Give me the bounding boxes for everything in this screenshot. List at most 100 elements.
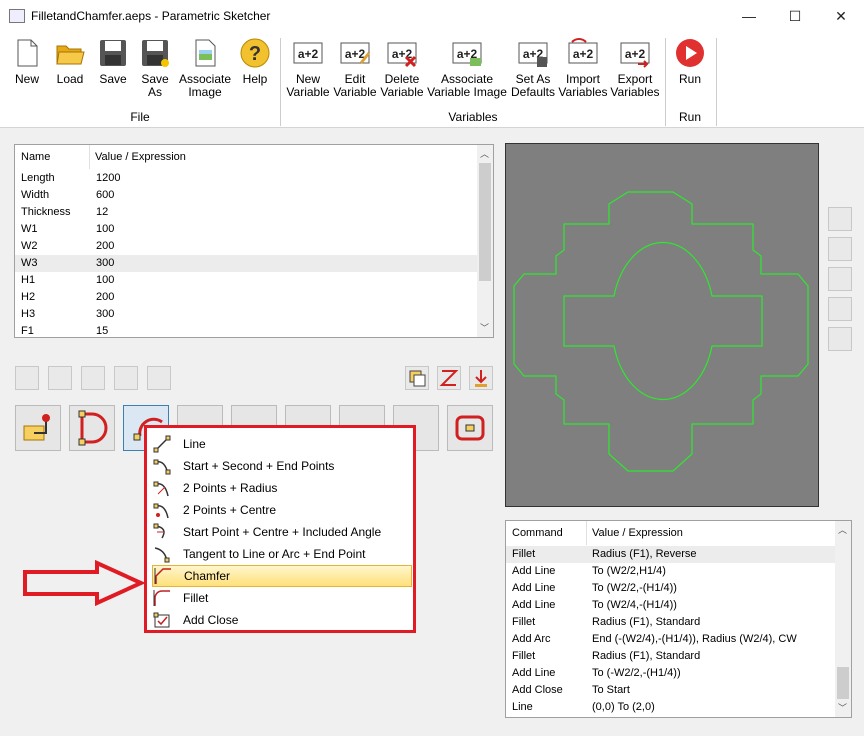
- run-label: Run: [678, 72, 701, 86]
- edit-variable-label: Edit Variable: [333, 72, 377, 99]
- chamfer-icon: [154, 568, 171, 584]
- scrollbar-thumb[interactable]: [479, 163, 491, 281]
- table-row-selected[interactable]: W3 300: [15, 255, 477, 272]
- table-row[interactable]: Add Line To (W2/2,-(H1/4)): [506, 580, 836, 597]
- commands-scrollbar[interactable]: ︿ ﹀: [835, 521, 851, 717]
- run-button[interactable]: Run: [672, 38, 708, 86]
- delete-variable-button[interactable]: a+2 Delete Variable: [380, 38, 424, 99]
- table-row[interactable]: F1 15: [15, 323, 477, 337]
- new-label: New: [14, 72, 39, 86]
- export-variables-button[interactable]: a+2 Export Variables: [610, 38, 660, 99]
- table-row[interactable]: Line (0,0) To (2,0): [506, 699, 836, 716]
- variables-table[interactable]: Name Value / Expression Length 1200 Width…: [14, 144, 494, 338]
- save-button[interactable]: Save: [96, 38, 130, 86]
- commands-table[interactable]: Command Value / Expression Fillet Radius …: [505, 520, 852, 718]
- menu-item-add-close[interactable]: Add Close: [152, 609, 412, 631]
- mirror-button[interactable]: [437, 366, 461, 390]
- view-button-2[interactable]: [48, 366, 72, 390]
- table-row[interactable]: W1 100: [15, 221, 477, 238]
- line-arc-tool[interactable]: [69, 405, 115, 451]
- table-row[interactable]: Add Arc End (-(W2/4),-(H1/4)), Radius (W2…: [506, 631, 836, 648]
- help-label: Help: [242, 72, 268, 86]
- table-row[interactable]: Width 600: [15, 187, 477, 204]
- scroll-down-icon[interactable]: ﹀: [838, 701, 847, 714]
- import-variables-button[interactable]: a+2 Import Variables: [558, 38, 608, 99]
- centre-arc-icon: [153, 503, 169, 519]
- table-row[interactable]: Thickness 12: [15, 204, 477, 221]
- save-as-button[interactable]: Save As: [138, 38, 172, 99]
- command-name: Add Line: [512, 667, 556, 679]
- scroll-up-icon[interactable]: ︿: [480, 147, 489, 160]
- variable-value: 300: [96, 308, 115, 320]
- menu-item-three-point-arc[interactable]: Start + Second + End Points: [152, 455, 412, 477]
- ribbon-separator: [665, 38, 666, 126]
- rounded-rectangle-tool[interactable]: [447, 405, 493, 451]
- table-row[interactable]: Fillet Radius (F1), Standard: [506, 614, 836, 631]
- table-row[interactable]: H2 200: [15, 289, 477, 306]
- menu-item-tangent-arc[interactable]: Tangent to Line or Arc + End Point: [152, 543, 412, 565]
- svg-text:a+2: a+2: [298, 47, 319, 61]
- view-button-3[interactable]: [81, 366, 105, 390]
- table-row[interactable]: Add Line To (W2/2,H1/4): [506, 563, 836, 580]
- view-button-1[interactable]: [15, 366, 39, 390]
- table-row[interactable]: Add Line To (-W2/2,-(H1/4)): [506, 665, 836, 682]
- variable-name: Length: [21, 172, 55, 184]
- variables-scrollbar[interactable]: ︿ ﹀: [477, 145, 493, 337]
- close-button[interactable]: ✕: [818, 0, 864, 32]
- edit-variable-button[interactable]: a+2 Edit Variable: [333, 38, 377, 99]
- new-variable-icon: a+2: [293, 42, 323, 64]
- column-header-command[interactable]: Command: [512, 527, 563, 539]
- header-divider: [586, 521, 587, 545]
- table-row[interactable]: H3 300: [15, 306, 477, 323]
- variable-name: F1: [21, 325, 34, 337]
- table-row[interactable]: Fillet Radius (F1), Standard: [506, 648, 836, 665]
- view-button-5[interactable]: [147, 366, 171, 390]
- preview-tool-3[interactable]: [828, 267, 852, 291]
- help-button[interactable]: ? Help: [238, 38, 272, 86]
- variable-value: 100: [96, 223, 115, 235]
- table-row[interactable]: Length 1200: [15, 170, 477, 187]
- menu-item-radius-arc[interactable]: 2 Points + Radius: [152, 477, 412, 499]
- column-header-value[interactable]: Value / Expression: [95, 151, 186, 163]
- scrollbar-thumb[interactable]: [837, 667, 849, 699]
- table-row[interactable]: Add Line To (W2/4,-(H1/4)): [506, 597, 836, 614]
- table-row[interactable]: Add Close To Start: [506, 682, 836, 699]
- menu-item-angle-arc[interactable]: Start Point + Centre + Included Angle: [152, 521, 412, 543]
- column-header-value[interactable]: Value / Expression: [592, 527, 683, 539]
- associate-image-button[interactable]: Associate Image: [178, 38, 232, 99]
- maximize-button[interactable]: ☐: [772, 0, 818, 32]
- column-header-name[interactable]: Name: [21, 151, 50, 163]
- fillet-icon: [153, 590, 170, 606]
- scroll-down-icon[interactable]: ﹀: [480, 321, 489, 334]
- command-value: To (W2/2,H1/4): [592, 565, 666, 577]
- new-button[interactable]: New: [10, 38, 44, 86]
- view-button-4[interactable]: [114, 366, 138, 390]
- sketch-preview[interactable]: [505, 143, 819, 507]
- menu-item-chamfer[interactable]: Chamfer: [152, 565, 412, 587]
- variable-value: 200: [96, 291, 115, 303]
- associate-variable-image-label: Associate Variable Image: [427, 72, 507, 99]
- move-down-button[interactable]: [469, 366, 493, 390]
- preview-tool-2[interactable]: [828, 237, 852, 261]
- set-as-defaults-button[interactable]: a+2 Set As Defaults: [510, 38, 556, 99]
- variable-image-icon: a+2: [452, 42, 482, 66]
- table-row[interactable]: W2 200: [15, 238, 477, 255]
- table-row-selected[interactable]: Fillet Radius (F1), Reverse: [506, 546, 836, 563]
- menu-item-fillet[interactable]: Fillet: [152, 587, 412, 609]
- run-group-label: Run: [678, 110, 701, 124]
- copy-button[interactable]: [405, 366, 429, 390]
- add-point-tool[interactable]: [15, 405, 61, 451]
- menu-item-line[interactable]: Line: [152, 433, 412, 455]
- preview-tool-4[interactable]: [828, 297, 852, 321]
- preview-tool-5[interactable]: [828, 327, 852, 351]
- preview-tool-1[interactable]: [828, 207, 852, 231]
- table-row[interactable]: H1 100: [15, 272, 477, 289]
- associate-variable-image-button[interactable]: a+2 Associate Variable Image: [427, 38, 507, 99]
- minimize-button[interactable]: —: [726, 0, 772, 32]
- copy-icon: [409, 370, 426, 387]
- scroll-up-icon[interactable]: ︿: [838, 523, 847, 536]
- menu-item-centre-arc[interactable]: 2 Points + Centre: [152, 499, 412, 521]
- load-button[interactable]: Load: [52, 38, 88, 86]
- tangent-arc-icon: [154, 547, 170, 563]
- new-variable-button[interactable]: a+2 New Variable: [286, 38, 330, 99]
